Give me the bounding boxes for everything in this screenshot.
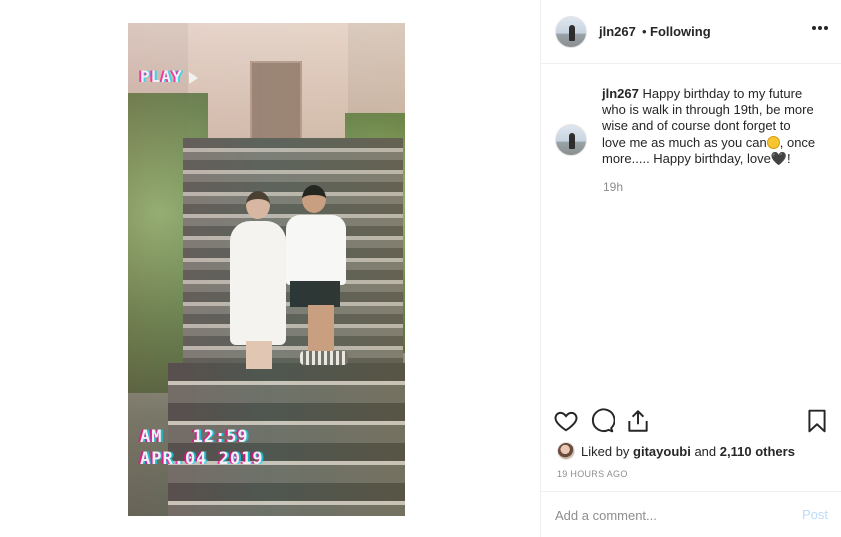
caption-avatar[interactable] <box>555 124 587 156</box>
bookmark-icon[interactable] <box>804 408 830 434</box>
vhs-date-overlay: APR.04 2019 <box>140 449 264 469</box>
author-avatar[interactable] <box>555 16 587 48</box>
play-icon <box>188 71 198 84</box>
action-bar <box>541 404 841 440</box>
instagram-post-page: PLAY AM 12:59 APR.04 2019 jln267 • Follow… <box>0 0 841 537</box>
liker-username[interactable]: gitayoubi <box>633 444 691 459</box>
comment-input[interactable] <box>555 504 785 526</box>
share-icon[interactable] <box>625 408 651 434</box>
vhs-am-text: AM <box>140 427 163 447</box>
caption-comment: jln267 Happy birthday to my future who i… <box>541 64 841 384</box>
post-header: jln267 • Following <box>541 0 841 64</box>
liked-middle: and <box>694 444 717 459</box>
vhs-clock-text: 12:59 <box>192 427 249 447</box>
header-separator: • <box>642 24 647 39</box>
following-button[interactable]: Following <box>650 24 711 39</box>
post-photo[interactable]: PLAY AM 12:59 APR.04 2019 <box>128 23 405 516</box>
author-username[interactable]: jln267 <box>599 24 636 39</box>
comment-icon[interactable] <box>589 408 615 434</box>
liked-prefix: Liked by <box>581 444 630 459</box>
heart-icon[interactable] <box>553 408 579 434</box>
post-side-panel: jln267 • Following jln267 Happy birthday… <box>540 0 841 537</box>
comment-box: Post <box>541 491 841 537</box>
liked-by-text: Liked by gitayoubi and 2,110 others <box>581 444 795 459</box>
caption-timestamp[interactable]: 19h <box>603 180 623 194</box>
smiling-face-emoji-icon <box>766 135 780 149</box>
vhs-play-overlay: PLAY <box>140 67 198 86</box>
caption-body-3: ! <box>787 150 791 166</box>
caption-text: jln267 Happy birthday to my future who i… <box>602 86 817 167</box>
caption-username[interactable]: jln267 <box>602 86 639 101</box>
more-dots-icon[interactable] <box>812 26 828 32</box>
vhs-play-text: PLAY <box>140 67 183 86</box>
post-timestamp[interactable]: 19 HOURS AGO <box>557 469 628 479</box>
likes-count-link[interactable]: 2,110 others <box>720 444 795 459</box>
black-heart-emoji-icon: 🖤 <box>770 150 788 166</box>
liked-by-row: Liked by gitayoubi and 2,110 others <box>557 442 837 462</box>
liker-avatar[interactable] <box>557 442 575 460</box>
post-button[interactable]: Post <box>802 507 828 522</box>
vhs-time-overlay: AM 12:59 <box>140 427 249 447</box>
photo-area: PLAY AM 12:59 APR.04 2019 <box>0 0 540 537</box>
